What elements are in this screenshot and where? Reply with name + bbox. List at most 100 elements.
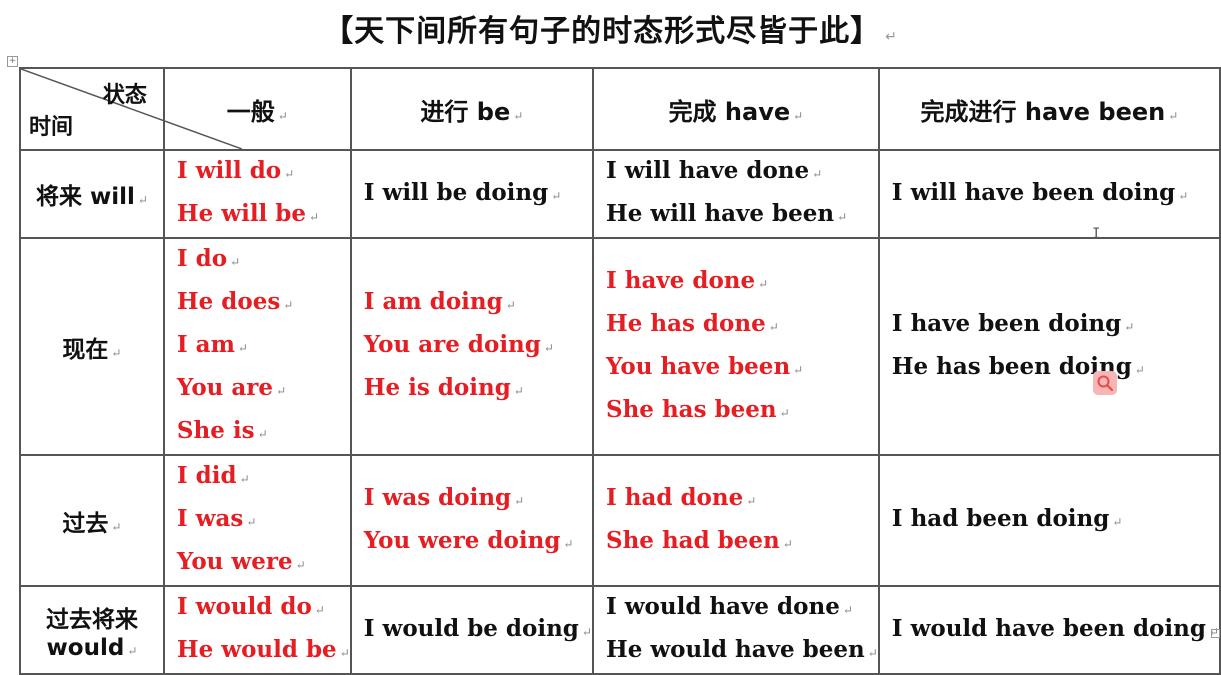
- table-row: 将来 will ↵ I will do ↵ He will be ↵ I will b…: [19, 149, 1221, 239]
- sentence-text: I will have been doing ↵: [891, 178, 1189, 206]
- table-cell: I would be doing ↵: [349, 585, 594, 675]
- sentence-text: You are doing ↵: [363, 331, 554, 358]
- sentence-text: She is ↵: [176, 417, 268, 444]
- table-row: 过去将来 would ↵ I would do ↵ He would be ↵ I w…: [19, 585, 1221, 675]
- page-title: 【天下间所有句子的时态形式尽皆于此】 ↵: [0, 6, 1221, 50]
- paragraph-mark-icon: ↵: [513, 384, 524, 398]
- paragraph-mark-icon: ↵: [283, 298, 294, 312]
- paragraph-mark-icon: ↵: [339, 646, 350, 660]
- sentence-text: I would be doing ↵: [363, 614, 592, 642]
- paragraph-mark-icon: ↵: [543, 341, 554, 355]
- table-cell: I would do ↵ He would be ↵: [162, 585, 352, 675]
- corner-state-label: 状态: [102, 83, 147, 108]
- paragraph-mark-icon: ↵: [581, 624, 592, 639]
- sentence-text: He will be ↵: [176, 200, 320, 227]
- paragraph-mark-icon: ↵: [295, 558, 306, 572]
- sentence-text: He would have been ↵: [605, 636, 878, 663]
- sentence-text: You have been ↵: [605, 352, 804, 380]
- sentence-text: I would do ↵: [176, 593, 325, 620]
- resize-handle-icon[interactable]: [1211, 629, 1220, 638]
- sentence-text: He has done ↵: [605, 309, 779, 337]
- paragraph-mark-icon: ↵: [793, 362, 804, 377]
- paragraph-mark-icon: ↵: [768, 319, 779, 334]
- table-cell: I will have done ↵ He will have been ↵: [591, 149, 880, 239]
- paragraph-mark-icon: ↵: [867, 646, 878, 660]
- sentence-text: I had done ↵: [605, 483, 757, 511]
- paragraph-mark-icon: ↵: [812, 167, 823, 181]
- sentence-text: I had been doing ↵: [891, 505, 1123, 532]
- paragraph-mark-icon: ↵: [284, 167, 295, 181]
- magnifier-icon: [1097, 375, 1114, 392]
- tense-table: 状态 时间 一般 ↵ 进行 be ↵ 完成 have ↵ 完成进行 have been…: [19, 67, 1221, 675]
- paragraph-mark-icon: ↵: [758, 276, 769, 291]
- sentence-text: I am ↵: [176, 331, 248, 358]
- paragraph-mark-icon: ↵: [563, 536, 574, 551]
- sentence-text: I did ↵: [176, 462, 250, 489]
- sentence-text: I am doing ↵: [363, 288, 516, 315]
- paragraph-mark-icon: ↵: [246, 515, 257, 529]
- table-cell: I had done ↵ She had been ↵: [591, 454, 880, 587]
- sentence-text: She had been ↵: [605, 526, 793, 554]
- sentence-text: He does ↵: [176, 288, 294, 315]
- row-header-future-in-past: 过去将来 would ↵: [19, 585, 165, 675]
- sentence-text: I was ↵: [176, 505, 257, 532]
- sentence-text: I would have been doing ↵: [891, 614, 1219, 642]
- table-cell: I will have been doing ↵: [877, 149, 1221, 239]
- sentence-text: He has been doing ↵: [891, 352, 1145, 380]
- sentence-text: I will do ↵: [176, 157, 295, 184]
- paragraph-mark-icon: ↵: [1112, 515, 1123, 529]
- table-cell: I would have done ↵ He would have been ↵: [591, 585, 880, 675]
- paragraph-mark-icon: ↵: [1124, 319, 1135, 334]
- paragraph-mark-icon: ↵: [237, 341, 248, 355]
- paragraph-mark-icon: ↵: [842, 603, 853, 617]
- paragraph-mark-icon: ↵: [1134, 362, 1145, 377]
- page-title-text: 【天下间所有句子的时态形式尽皆于此】: [323, 14, 882, 49]
- table-cell: I am doing ↵ You are doing ↵ He is doing ↵: [349, 237, 594, 456]
- col-header-simple: 一般 ↵: [162, 67, 352, 151]
- row-header-past: 过去 ↵: [19, 454, 165, 587]
- sentence-text: I would have done ↵: [605, 593, 853, 620]
- table-cell: I did ↵ I was ↵ You were ↵: [162, 454, 352, 587]
- paragraph-mark-icon: ↵: [257, 427, 268, 441]
- table-cell: I was doing ↵ You were doing ↵: [349, 454, 594, 587]
- col-header-perfect-progressive: 完成进行 have been ↵: [877, 67, 1221, 151]
- sentence-text: I was doing ↵: [363, 483, 525, 511]
- sentence-text: He is doing ↵: [363, 374, 524, 401]
- table-header-row: 状态 时间 一般 ↵ 进行 be ↵ 完成 have ↵ 完成进行 have been…: [19, 67, 1221, 151]
- corner-time-label: 时间: [29, 115, 74, 140]
- paragraph-mark-icon: ↵: [885, 29, 898, 45]
- table-row: 过去 ↵ I did ↵ I was ↵ You were ↵ I was doing ↵…: [19, 454, 1221, 587]
- paragraph-mark-icon: ↵: [782, 536, 793, 551]
- paragraph-mark-icon: ↵: [746, 493, 757, 508]
- row-header-present: 现在 ↵: [19, 237, 165, 456]
- paragraph-mark-icon: ↵: [276, 384, 287, 398]
- sentence-text: I will have done ↵: [605, 157, 823, 184]
- sentence-text: You are ↵: [176, 374, 287, 401]
- col-header-progressive: 进行 be ↵: [349, 67, 594, 151]
- sentence-text: I do ↵: [176, 245, 241, 272]
- search-button[interactable]: [1093, 371, 1117, 395]
- paragraph-mark-icon: ↵: [514, 493, 525, 508]
- table-cell: I will be doing ↵: [349, 149, 594, 239]
- paragraph-mark-icon: ↵: [779, 405, 790, 420]
- paragraph-mark-icon: ↵: [1178, 188, 1189, 203]
- paragraph-mark-icon: ↵: [837, 210, 848, 224]
- sentence-text: You were doing ↵: [363, 526, 574, 554]
- paragraph-mark-icon: ↵: [309, 210, 320, 224]
- corner-cell: 状态 时间: [19, 67, 242, 151]
- table-cell: I have been doing ↵ He has been doing ↵: [877, 237, 1221, 456]
- row-header-future: 将来 will ↵: [19, 149, 165, 239]
- table-cell: I will do ↵ He will be ↵: [162, 149, 352, 239]
- table-move-handle-icon[interactable]: +: [7, 56, 18, 67]
- table-cell: I have done ↵ He has done ↵ You have been ↵…: [591, 237, 880, 456]
- table-row: 现在 ↵ I do ↵ He does ↵ I am ↵ You are ↵ She is…: [19, 237, 1221, 456]
- sentence-text: He will have been ↵: [605, 200, 848, 227]
- sentence-text: She has been ↵: [605, 395, 790, 423]
- table-cell: I would have been doing ↵: [877, 585, 1221, 675]
- i-beam-cursor-icon: I: [1092, 226, 1101, 242]
- sentence-text: I will be doing ↵: [363, 178, 562, 206]
- sentence-text: I have been doing ↵: [891, 309, 1135, 337]
- paragraph-mark-icon: ↵: [230, 255, 241, 269]
- sentence-text: I have done ↵: [605, 266, 769, 294]
- sentence-text: He would be ↵: [176, 636, 350, 663]
